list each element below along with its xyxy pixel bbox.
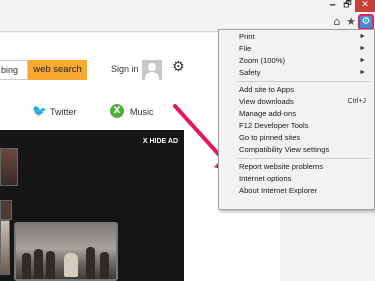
bing-search-button[interactable]: bing [0, 60, 28, 80]
menu-item-label: View downloads [239, 97, 294, 106]
submenu-arrow-icon: ► [359, 45, 366, 52]
menu-item-zoom[interactable]: Zoom (100%) ► [220, 55, 374, 66]
minimize-button[interactable]: 🗕 [325, 0, 340, 12]
menu-item-about-internet-explorer[interactable]: About Internet Explorer [220, 185, 374, 196]
menu-item-label: Compatibility View settings [239, 145, 330, 154]
menu-item-view-downloads[interactable]: View downloads Ctrl+J [220, 96, 374, 107]
tools-gear-icon[interactable]: ⚙ [358, 14, 374, 30]
menu-item-label: Safety [239, 68, 261, 77]
menu-item-f12-developer-tools[interactable]: F12 Developer Tools [220, 120, 374, 131]
menu-item-add-site-to-apps[interactable]: Add site to Apps [220, 84, 374, 95]
menu-item-go-to-pinned-sites[interactable]: Go to pinned sites [220, 132, 374, 143]
menu-item-internet-options[interactable]: Internet options [220, 173, 374, 184]
sign-in-link[interactable]: Sign in [111, 64, 139, 74]
favorites-star-icon[interactable]: ★ [344, 15, 358, 29]
ad-panel: X HIDE AD [0, 130, 184, 281]
menu-item-file[interactable]: File ► [220, 43, 374, 54]
menu-item-safety[interactable]: Safety ► [220, 67, 374, 78]
home-icon[interactable]: ⌂ [330, 15, 344, 29]
twitter-icon[interactable]: 🐦 [32, 104, 47, 118]
submenu-arrow-icon: ► [359, 33, 366, 40]
twitter-link[interactable]: Twitter [50, 107, 77, 117]
menu-item-label: File [239, 44, 252, 53]
close-button[interactable]: ✕ [355, 0, 375, 12]
menu-item-label: Internet options [239, 174, 292, 183]
avatar-head [148, 63, 156, 71]
menu-item-label: Print [239, 32, 255, 41]
ad-thumbnail[interactable] [0, 220, 10, 275]
ad-thumbnail[interactable] [0, 148, 18, 186]
menu-item-label: Zoom (100%) [239, 56, 286, 65]
menu-item-label: Manage add-ons [239, 109, 296, 118]
menu-item-report-website-problems[interactable]: Report website problems [220, 161, 374, 172]
menu-item-label: Report website problems [239, 162, 323, 171]
menu-item-label: About Internet Explorer [239, 186, 318, 195]
scene-figure [86, 247, 95, 279]
ad-thumbnail[interactable] [0, 200, 12, 220]
scene-figure [100, 252, 109, 279]
hide-ad-button[interactable]: X HIDE AD [143, 138, 178, 145]
menu-item-compatibility-view-settings[interactable]: Compatibility View settings [220, 144, 374, 155]
scene-figure [46, 251, 55, 279]
submenu-arrow-icon: ► [359, 57, 366, 64]
title-bar: 🗕 🗗 ✕ [0, 0, 375, 12]
menu-item-manage-add-ons[interactable]: Manage add-ons [220, 108, 374, 119]
xbox-icon[interactable]: X [110, 104, 124, 118]
menu-separator [237, 158, 371, 159]
music-link[interactable]: Music [130, 107, 154, 117]
scene-figure [34, 249, 43, 279]
menu-separator [237, 81, 371, 82]
avatar[interactable] [142, 60, 162, 80]
submenu-arrow-icon: ► [359, 69, 366, 76]
scene-person [64, 253, 78, 277]
shortcut-label: Ctrl+J [347, 98, 366, 105]
menu-item-print[interactable]: Print ► [220, 31, 374, 42]
web-search-button[interactable]: web search [28, 60, 87, 80]
settings-gear-icon[interactable]: ⚙ [172, 59, 185, 75]
menu-item-label: F12 Developer Tools [239, 121, 309, 130]
menu-item-label: Add site to Apps [239, 85, 294, 94]
maximize-button[interactable]: 🗗 [340, 0, 355, 12]
ad-video-frame[interactable] [14, 222, 118, 281]
tools-menu: Print ► File ► Zoom (100%) ► Safety ► Add si… [218, 29, 375, 210]
avatar-body [145, 72, 159, 80]
menu-item-label: Go to pinned sites [239, 133, 301, 142]
scene-figure [22, 253, 31, 279]
